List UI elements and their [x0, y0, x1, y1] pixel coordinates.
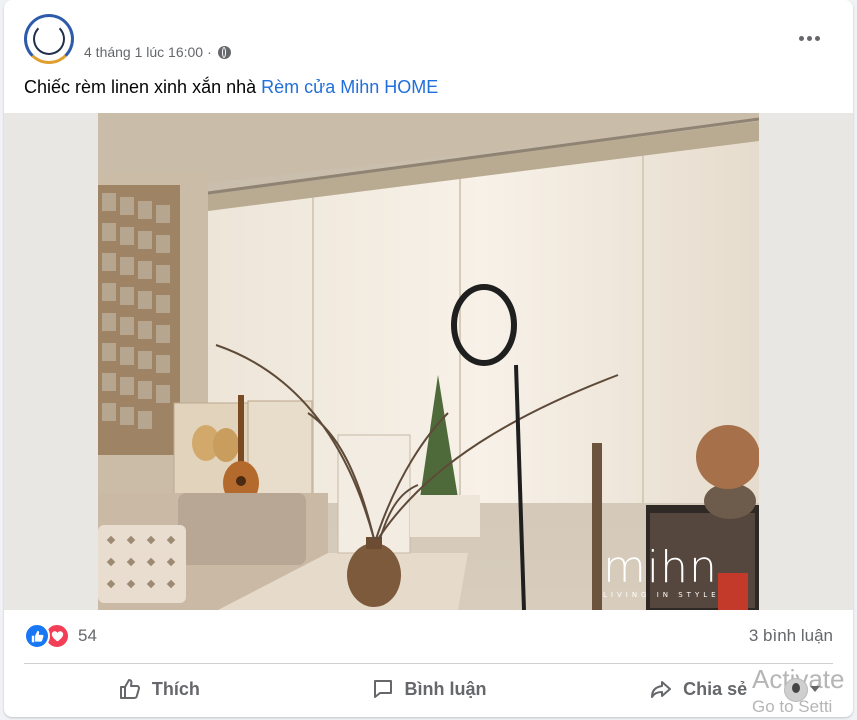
watermark-tagline: LIVING IN STYLE	[603, 591, 720, 599]
more-dots-icon	[798, 35, 804, 41]
avatar-logo	[33, 23, 65, 55]
post-meta: 4 tháng 1 lúc 16:00 ·	[84, 44, 231, 60]
caption-page-link[interactable]: Rèm cửa Mihn HOME	[261, 77, 438, 97]
post-caption: Chiếc rèm linen xinh xắn nhà Rèm cửa Mih…	[24, 77, 438, 98]
more-options-button[interactable]	[791, 24, 827, 52]
post-stats: 54 3 bình luận	[24, 622, 833, 650]
share-label: Chia sẻ	[683, 678, 748, 699]
brand-watermark: mihn LIVING IN STYLE	[603, 542, 720, 600]
page-avatar[interactable]	[24, 14, 74, 64]
feed-post: 4 tháng 1 lúc 16:00 · Chiếc rèm linen xi…	[4, 0, 853, 717]
post-timestamp[interactable]: 4 tháng 1 lúc 16:00	[84, 44, 203, 60]
comment-count[interactable]: 3 bình luận	[749, 626, 833, 646]
like-icon	[24, 623, 50, 649]
comment-bubble-icon	[373, 680, 392, 698]
comment-button[interactable]: Bình luận	[294, 667, 564, 711]
like-button[interactable]: Thích	[24, 667, 294, 711]
thumbs-up-icon	[119, 679, 140, 699]
chevron-down-icon[interactable]	[810, 686, 820, 692]
comment-label: Bình luận	[404, 678, 487, 699]
share-audience-avatar[interactable]	[784, 678, 808, 702]
like-label: Thích	[151, 678, 200, 699]
actions-divider	[24, 663, 833, 664]
caption-text: Chiếc rèm linen xinh xắn nhà	[24, 77, 262, 97]
globe-icon	[217, 45, 231, 59]
room-photo-illustration	[98, 113, 759, 610]
post-photo[interactable]: mihn LIVING IN STYLE	[98, 113, 759, 610]
reaction-summary[interactable]: 54	[24, 623, 97, 649]
post-actions: Thích Bình luận Chia sẻ	[24, 667, 833, 711]
meta-separator: ·	[207, 44, 212, 60]
watermark-logo: mihn	[603, 542, 718, 593]
share-arrow-icon	[651, 681, 672, 698]
reaction-count[interactable]: 54	[78, 626, 97, 646]
